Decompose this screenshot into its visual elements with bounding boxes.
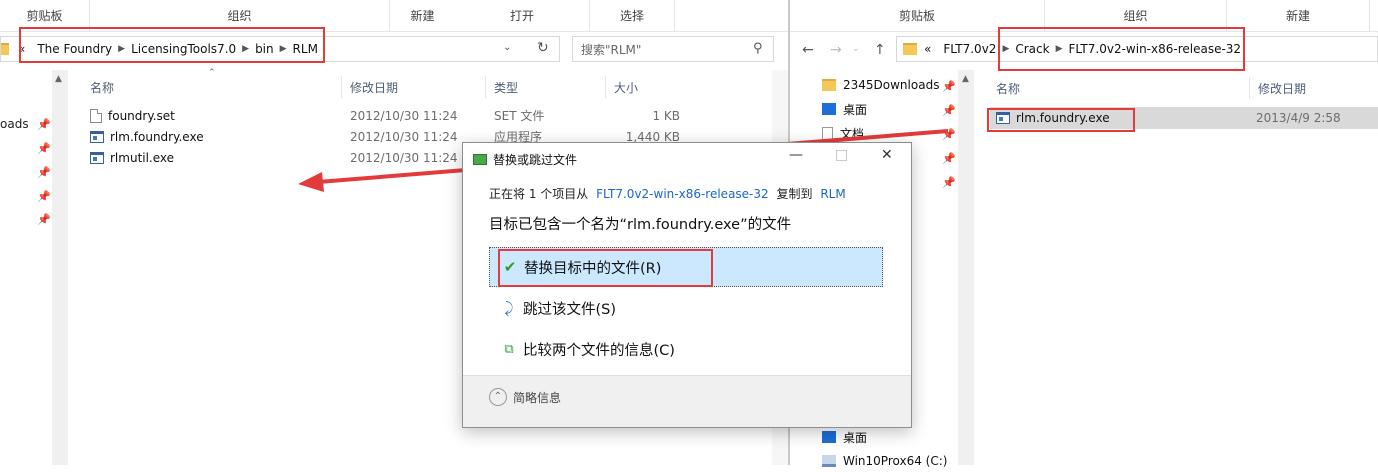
skip-file-option[interactable]: ⤸ 跳过该文件(S) <box>489 288 883 328</box>
copy-status-line: 正在将 1 个项目从 FLT7.0v2-win-x86-release-32 复… <box>489 185 846 202</box>
chevron-up-icon: ⌃ <box>489 388 507 406</box>
compare-files-option[interactable]: ⧉ 比较两个文件的信息(C) <box>489 329 883 369</box>
option-label: 比较两个文件的信息(C) <box>523 342 675 359</box>
annotation-arrow-head <box>298 172 324 192</box>
copy-prefix-text: 正在将 1 个项目从 <box>489 187 589 201</box>
dialog-title: 替换或跳过文件 <box>493 153 578 167</box>
close-button[interactable]: ✕ <box>881 147 893 163</box>
dialog-title-bar[interactable]: 替换或跳过文件 <box>473 151 577 168</box>
maximize-button[interactable]: □ <box>835 147 848 163</box>
dialog-heading: 目标已包含一个名为“rlm.foundry.exe”的文件 <box>489 217 792 233</box>
copy-icon <box>473 154 487 165</box>
footer-label: 简略信息 <box>513 390 562 405</box>
replace-or-skip-dialog: 替换或跳过文件 — □ ✕ 正在将 1 个项目从 FLT7.0v2-win-x8… <box>462 142 912 428</box>
dest-folder-link[interactable]: RLM <box>820 187 845 201</box>
skip-arrow-icon: ⤸ <box>504 299 514 317</box>
annotation-box-replace-option <box>498 249 713 287</box>
fewer-details-button[interactable]: ⌃ 简略信息 <box>489 388 561 406</box>
option-label: 跳过该文件(S) <box>523 301 617 318</box>
dialog-footer: ⌃ 简略信息 <box>463 375 911 427</box>
minimize-button[interactable]: — <box>789 147 803 163</box>
compare-icon: ⧉ <box>504 341 514 357</box>
copy-middle-text: 复制到 <box>776 187 813 201</box>
source-folder-link[interactable]: FLT7.0v2-win-x86-release-32 <box>596 187 769 201</box>
